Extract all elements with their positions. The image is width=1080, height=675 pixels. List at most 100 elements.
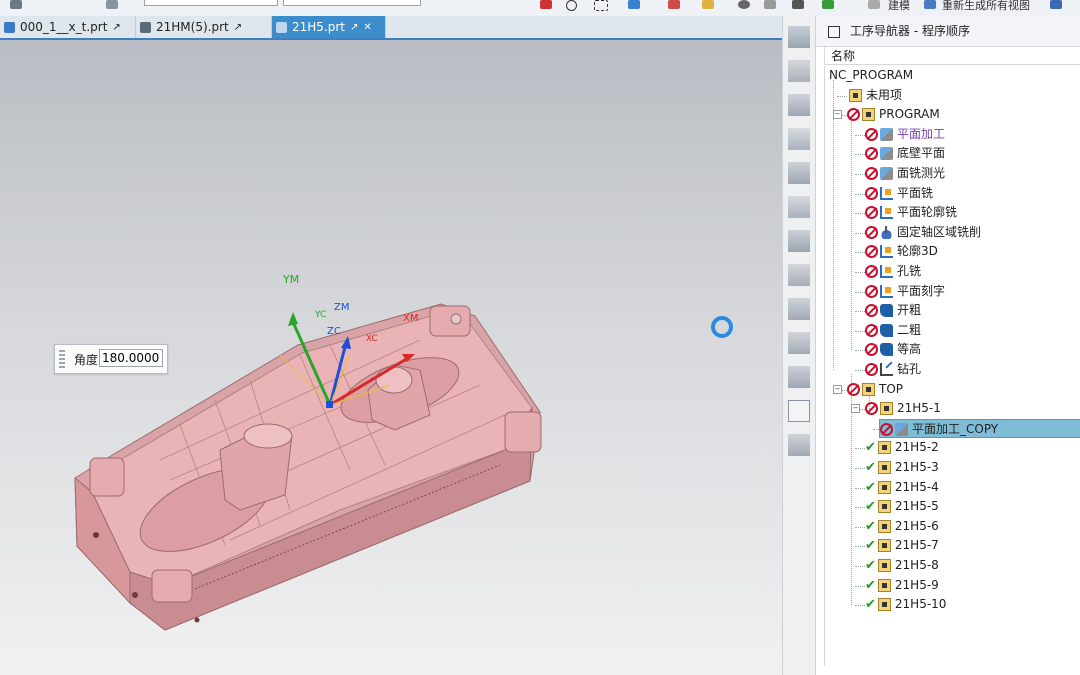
- chart-icon[interactable]: [668, 0, 680, 9]
- tree-row[interactable]: 孔铣: [865, 262, 1080, 281]
- tree-row[interactable]: 平面轮廓铣: [865, 203, 1080, 222]
- reuse-library-icon[interactable]: [788, 128, 810, 150]
- tree-row-label: 二粗: [897, 322, 922, 337]
- drill-icon: [880, 363, 893, 376]
- scope-dropdown[interactable]: [283, 0, 421, 6]
- box-select-icon[interactable]: [594, 0, 608, 11]
- sphere-icon[interactable]: [738, 0, 750, 9]
- history-icon[interactable]: [788, 264, 810, 286]
- tree-row[interactable]: 未用项: [847, 86, 1080, 105]
- tree-row[interactable]: 平面加工: [865, 125, 1080, 144]
- tree-guide-line: [855, 134, 865, 136]
- tab-21h5[interactable]: 21H5.prt ↗ ✕: [272, 16, 386, 38]
- tree-row[interactable]: PROGRAM: [847, 105, 1080, 124]
- part-file-icon: [276, 22, 287, 33]
- column-header-name[interactable]: 名称: [824, 47, 1080, 65]
- triad-label-xm: XM: [403, 313, 419, 324]
- operation-navigator: 工序导航器 - 程序顺序 名称 NC_PROGRAM 未用项 − PROGRAM 平面加…: [816, 16, 1080, 675]
- play-icon[interactable]: [822, 0, 834, 9]
- triad-label-yc: YC: [315, 310, 327, 320]
- tab-000-1-x-t[interactable]: 000_1__x_t.prt ↗: [0, 16, 136, 38]
- tree-row[interactable]: NC_PROGRAM: [827, 66, 1080, 85]
- collapse-toggle-icon[interactable]: −: [833, 384, 842, 394]
- part-navigator-icon[interactable]: [788, 94, 810, 116]
- tree-row[interactable]: ✔ 21H5-4: [865, 478, 1080, 497]
- circle-snap-icon[interactable]: [566, 0, 577, 11]
- tree-row[interactable]: 面铣测光: [865, 164, 1080, 183]
- toolbar-label-modeling[interactable]: 建模: [888, 0, 910, 13]
- regenerate-needed-icon: [865, 304, 878, 318]
- web-browser-icon[interactable]: [788, 298, 810, 320]
- operation-navigator-icon[interactable]: [788, 196, 810, 218]
- complete-check-icon: ✔: [865, 518, 876, 534]
- collapse-toggle-icon[interactable]: −: [833, 110, 842, 120]
- face-mill-icon: [880, 127, 893, 141]
- tree-row[interactable]: ✔ 21H5-8: [865, 556, 1080, 575]
- tree-row[interactable]: ✔ 21H5-6: [865, 517, 1080, 536]
- tree-guide-line: [855, 154, 865, 156]
- planar-mill-icon: [880, 265, 893, 278]
- tree-row[interactable]: 平面铣: [865, 184, 1080, 203]
- model-icon[interactable]: [868, 0, 880, 9]
- tree-row[interactable]: 开粗: [865, 301, 1080, 320]
- drag-handle[interactable]: [59, 350, 65, 368]
- tree-row[interactable]: ✔ 21H5-2: [865, 438, 1080, 457]
- tree-row[interactable]: 二粗: [865, 321, 1080, 340]
- tree-row[interactable]: ✔ 21H5-9: [865, 576, 1080, 595]
- tree-row-label: 21H5-5: [894, 499, 939, 514]
- tree-guide-line: [855, 213, 865, 215]
- process-studio-icon[interactable]: [788, 366, 810, 388]
- tree-row[interactable]: ✔ 21H5-5: [865, 497, 1080, 516]
- roles-icon[interactable]: [788, 434, 810, 456]
- tree-row[interactable]: TOP: [847, 380, 1080, 399]
- blank-panel-icon[interactable]: [788, 400, 810, 422]
- constraint-navigator-icon[interactable]: [788, 60, 810, 82]
- print-icon[interactable]: [764, 0, 776, 9]
- tree-row[interactable]: 固定轴区域铣削: [865, 223, 1080, 242]
- regenerate-needed-icon: [865, 225, 878, 239]
- tree-row[interactable]: 底壁平面: [865, 144, 1080, 163]
- type-filter-dropdown[interactable]: [144, 0, 278, 6]
- point-snap-icon[interactable]: [540, 0, 552, 9]
- complete-check-icon: ✔: [865, 460, 876, 475]
- tree-row[interactable]: 轮廓3D: [865, 242, 1080, 261]
- assembly-icon[interactable]: [1050, 0, 1062, 9]
- face-mill-icon: [880, 147, 893, 161]
- tree-row-label: TOP: [879, 381, 904, 396]
- tree-row[interactable]: 等高: [865, 340, 1080, 359]
- regenerate-needed-icon: [865, 343, 878, 357]
- tab-21hm5[interactable]: 21HM(5).prt ↗: [136, 16, 272, 38]
- palette-icon[interactable]: [788, 332, 810, 354]
- cavity-mill-icon: [880, 323, 893, 337]
- close-icon[interactable]: ✕: [363, 17, 371, 39]
- tree-row-label: NC_PROGRAM: [829, 68, 914, 82]
- toolbar-label-regenerate[interactable]: 重新生成所有视图: [942, 0, 1030, 13]
- regenerate-needed-icon: [865, 127, 878, 141]
- collapse-toggle-icon[interactable]: −: [851, 404, 860, 414]
- angle-field[interactable]: [99, 349, 163, 367]
- tree-row[interactable]: ✔ 21H5-10: [865, 595, 1080, 614]
- graphics-viewport[interactable]: YM ZM ZC YC XM XC 角度: [0, 40, 782, 675]
- tree-guide-line: [833, 79, 834, 370]
- cavity-mill-icon: [880, 304, 893, 318]
- tree-row[interactable]: ✔ 21H5-3: [865, 458, 1080, 477]
- tree-row[interactable]: 钻孔: [865, 360, 1080, 379]
- regenerate-icon[interactable]: [924, 0, 936, 9]
- feature-navigator-icon[interactable]: [788, 230, 810, 252]
- folder-icon: [877, 578, 891, 592]
- folder-tool-icon[interactable]: [702, 0, 714, 9]
- machine-navigator-icon[interactable]: [788, 162, 810, 184]
- assembly-navigator-icon[interactable]: [788, 26, 810, 48]
- tree-guide-line: [855, 526, 865, 528]
- snap-icon[interactable]: [106, 0, 118, 9]
- tree-row[interactable]: 21H5-1: [865, 399, 1080, 418]
- tree-row[interactable]: 平面刻字: [865, 282, 1080, 301]
- select-filter-icon[interactable]: [10, 0, 22, 9]
- tree-row-label: 面铣测光: [897, 166, 946, 180]
- pin-icon[interactable]: [828, 25, 840, 38]
- tree-row-selected[interactable]: 平面加工_COPY: [879, 418, 1080, 438]
- cube-view-icon[interactable]: [628, 0, 640, 9]
- operation-tree[interactable]: NC_PROGRAM 未用项 − PROGRAM 平面加工 底壁平面 面铣测光 平面铣 平面轮廓…: [824, 66, 1080, 666]
- paint-icon[interactable]: [792, 0, 804, 9]
- tree-row[interactable]: ✔ 21H5-7: [865, 536, 1080, 555]
